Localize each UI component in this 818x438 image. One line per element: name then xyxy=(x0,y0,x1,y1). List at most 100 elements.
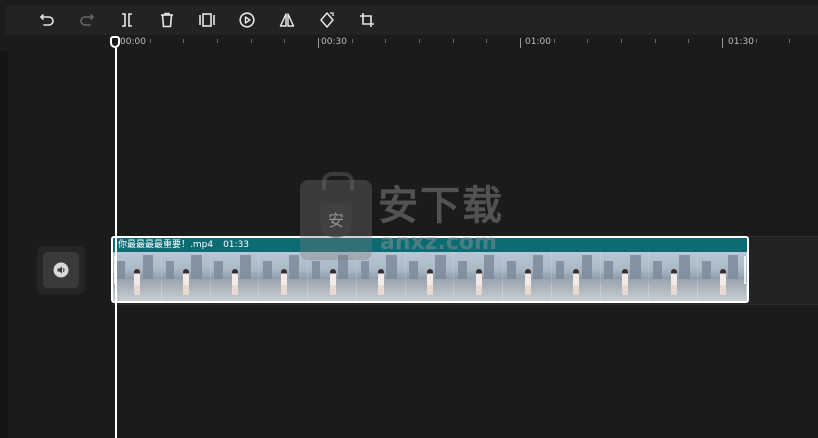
ruler-tick xyxy=(385,39,386,43)
track-audio-button[interactable] xyxy=(37,246,85,294)
thumbnail-detail xyxy=(263,261,272,279)
thumbnail-detail xyxy=(435,255,446,279)
split-button[interactable] xyxy=(115,8,139,32)
clip-frame-thumbnail xyxy=(113,252,162,301)
thumbnail-detail xyxy=(622,269,629,295)
trash-icon xyxy=(161,12,173,28)
clip-header: 你最最最最重要！.mp4 01:33 xyxy=(113,238,747,252)
watermark-shield-icon: 安 xyxy=(320,204,352,238)
ruler-tick xyxy=(183,39,184,43)
ruler-tick xyxy=(587,39,588,43)
ruler-tick xyxy=(520,38,521,48)
clip-duration: 01:33 xyxy=(223,240,250,250)
thumbnail-detail xyxy=(191,255,202,279)
timeline-ruler[interactable]: 00:00 00:30 01:00 01:30 xyxy=(0,35,818,51)
ruler-tick xyxy=(789,39,790,43)
ruler-label: 00:00 xyxy=(120,37,146,47)
thumbnail-detail xyxy=(604,261,614,279)
ruler-label: 01:30 xyxy=(728,37,754,47)
thumbnail-detail xyxy=(506,261,516,279)
thumbnail-detail xyxy=(378,269,385,295)
freeze-frame-icon xyxy=(199,13,215,27)
ruler-tick xyxy=(284,39,285,43)
undo-button[interactable] xyxy=(35,8,59,32)
thumbnail-detail xyxy=(142,255,154,279)
crop-icon xyxy=(360,13,374,27)
playhead-line xyxy=(115,44,117,438)
thumbnail-detail xyxy=(280,269,287,295)
mirror-button[interactable] xyxy=(275,8,299,32)
undo-icon xyxy=(40,14,54,26)
ruler-tick xyxy=(150,39,151,43)
clip-frame-thumbnail xyxy=(503,252,552,301)
audio-button-inner xyxy=(43,252,79,288)
clip-right-trim-handle[interactable] xyxy=(744,256,746,284)
ruler-tick xyxy=(486,39,487,43)
ruler-tick xyxy=(251,39,252,43)
clip-frame-thumbnail xyxy=(405,252,455,301)
reverse-play-button[interactable] xyxy=(235,8,259,32)
redo-button[interactable] xyxy=(75,8,99,32)
edit-toolbar xyxy=(5,5,818,35)
thumbnail-detail xyxy=(427,269,434,295)
thumbnail-detail xyxy=(458,261,467,279)
ruler-tick xyxy=(688,39,689,43)
ruler-tick xyxy=(621,39,622,43)
freeze-frame-button[interactable] xyxy=(195,8,219,32)
left-edge-panel xyxy=(0,51,8,438)
ruler-tick xyxy=(722,38,723,48)
thumbnail-detail xyxy=(134,269,141,295)
thumbnail-detail xyxy=(165,261,175,279)
thumbnail-detail xyxy=(653,261,662,279)
rotate-icon xyxy=(320,12,334,28)
ruler-tick xyxy=(453,39,454,43)
thumbnail-detail xyxy=(483,255,495,279)
crop-button[interactable] xyxy=(355,8,379,32)
thumbnail-detail xyxy=(311,261,321,279)
clip-filename: 你最最最最重要！.mp4 xyxy=(118,240,214,250)
clip-frame-thumbnail xyxy=(454,252,504,301)
ruler-label: 00:30 xyxy=(321,37,347,47)
clip-frame-thumbnail xyxy=(600,252,650,301)
ruler-tick xyxy=(419,39,420,43)
rotate-button[interactable] xyxy=(315,8,339,32)
thumbnail-detail xyxy=(719,269,726,295)
thumbnail-detail xyxy=(232,269,239,295)
thumbnail-detail xyxy=(630,255,641,279)
clip-frame-thumbnail xyxy=(649,252,699,301)
thumbnail-detail xyxy=(555,261,565,279)
watermark-text: 安下载 xyxy=(378,183,504,229)
thumbnail-detail xyxy=(329,269,336,295)
ruler-tick xyxy=(756,39,757,43)
ruler-tick xyxy=(655,39,656,43)
thumbnail-detail xyxy=(409,261,418,279)
thumbnail-detail xyxy=(116,261,126,279)
split-icon xyxy=(122,13,132,27)
delete-button[interactable] xyxy=(155,8,179,32)
ruler-tick xyxy=(318,38,319,48)
thumbnail-detail xyxy=(475,269,482,295)
thumbnail-detail xyxy=(337,255,349,279)
clip-frame-thumbnail xyxy=(698,252,747,301)
thumbnail-detail xyxy=(240,255,251,279)
mirror-icon xyxy=(279,13,295,27)
ruler-tick xyxy=(554,39,555,43)
ruler-tick xyxy=(217,39,218,43)
thumbnail-detail xyxy=(288,255,300,279)
thumbnail-detail xyxy=(183,269,190,295)
thumbnail-detail xyxy=(670,269,677,295)
thumbnail-detail xyxy=(360,261,370,279)
volume-icon xyxy=(53,262,69,278)
video-clip[interactable]: 你最最最最重要！.mp4 01:33 xyxy=(111,236,749,303)
thumbnail-detail xyxy=(581,255,592,279)
play-circle-icon xyxy=(239,12,255,28)
thumbnail-detail xyxy=(727,255,739,279)
clip-thumbnails xyxy=(113,252,747,301)
thumbnail-detail xyxy=(532,255,544,279)
clip-frame-thumbnail xyxy=(308,252,357,301)
thumbnail-detail xyxy=(214,261,223,279)
thumbnail-detail xyxy=(573,269,580,295)
playhead-handle[interactable] xyxy=(110,36,120,48)
clip-frame-thumbnail xyxy=(259,252,309,301)
redo-icon xyxy=(80,14,94,26)
